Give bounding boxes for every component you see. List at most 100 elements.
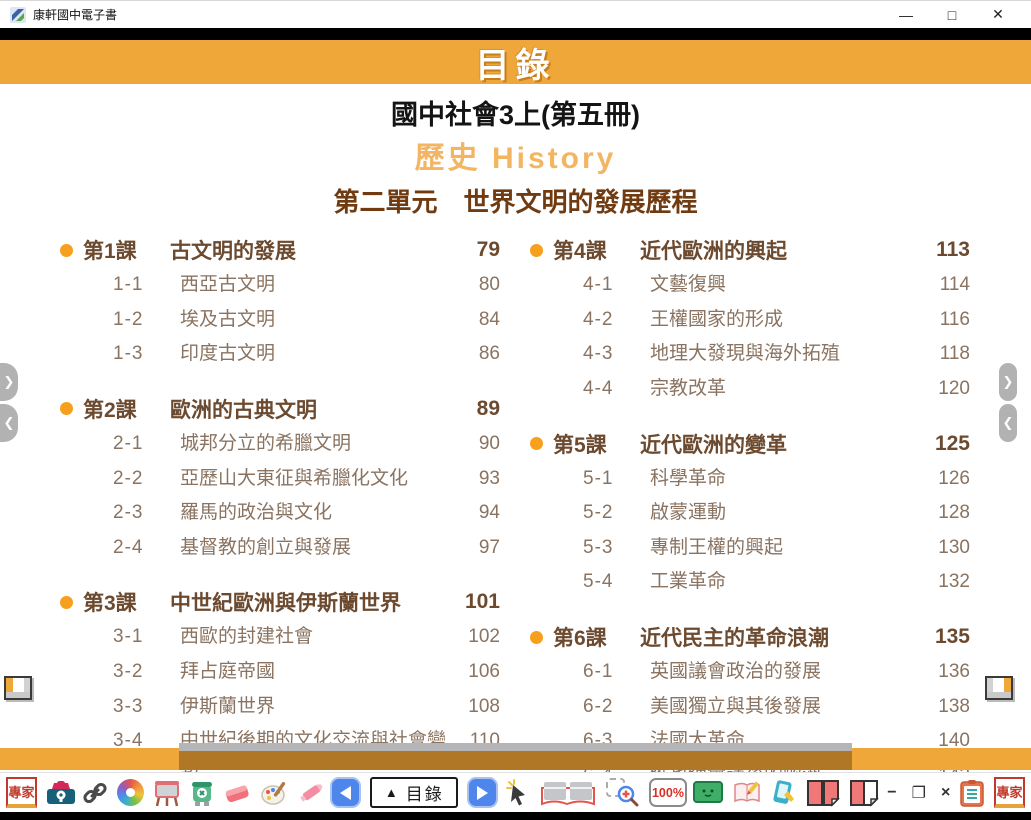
- chevron-left-icon: ❮: [1003, 415, 1014, 431]
- app-restore-button[interactable]: ❐: [909, 783, 929, 803]
- prev-page-button[interactable]: [330, 777, 361, 808]
- window-minimize-button[interactable]: —: [883, 2, 929, 28]
- section-row[interactable]: 5-4 工業革命 132: [583, 569, 970, 595]
- lesson-block: 第4課 近代歐洲的興起 113 4-1 文藝復興 114 4-2 王權國家的形成…: [530, 235, 970, 402]
- section-row[interactable]: 4-2 王權國家的形成 116: [583, 307, 970, 333]
- section-row[interactable]: 4-4 宗教改革 120: [583, 376, 970, 402]
- edge-nav-right: ❯ ❮: [999, 363, 1017, 442]
- corner-flip-right-button[interactable]: [985, 676, 1013, 700]
- chevron-right-icon: ❯: [4, 374, 15, 390]
- section-page: 93: [452, 466, 500, 492]
- highlighter-icon[interactable]: [297, 780, 325, 806]
- zoom-level-badge[interactable]: 100%: [649, 778, 687, 807]
- single-page-view-icon[interactable]: [849, 779, 879, 807]
- corner-flip-left-button[interactable]: [4, 676, 32, 700]
- section-title: 西亞古文明: [180, 272, 452, 298]
- color-picker-icon[interactable]: [117, 779, 144, 806]
- section-row[interactable]: 3-3 伊斯蘭世界 108: [113, 694, 500, 720]
- section-row[interactable]: 3-2 拜占庭帝國 106: [113, 659, 500, 685]
- section-row[interactable]: 4-1 文藝復興 114: [583, 272, 970, 298]
- mobile-device-icon[interactable]: [771, 779, 797, 807]
- page-forward-button[interactable]: ❯: [0, 363, 18, 401]
- lesson-row[interactable]: 第6課 近代民主的革命浪潮 135: [530, 622, 970, 652]
- lesson-row[interactable]: 第2課 歐洲的古典文明 89: [60, 394, 500, 424]
- horizontal-scrollbar[interactable]: [179, 743, 852, 770]
- section-row[interactable]: 2-3 羅馬的政治與文化 94: [113, 500, 500, 526]
- window-close-button[interactable]: ✕: [975, 2, 1021, 28]
- section-title: 印度古文明: [180, 341, 452, 367]
- book-spread-icon[interactable]: [539, 778, 597, 808]
- page-forward-button[interactable]: ❯: [999, 363, 1017, 401]
- lesson-page: 79: [452, 238, 500, 262]
- cursor-icon[interactable]: [504, 779, 530, 807]
- zoom-select-icon[interactable]: [606, 777, 640, 808]
- triangle-left-icon: [340, 786, 351, 800]
- section-page: 97: [452, 535, 500, 561]
- section-title: 王權國家的形成: [650, 307, 922, 333]
- lesson-row[interactable]: 第3課 中世紀歐洲與伊斯蘭世界 101: [60, 587, 500, 617]
- section-row[interactable]: 6-2 美國獨立與其後發展 138: [583, 694, 970, 720]
- section-row[interactable]: 2-4 基督教的創立與發展 97: [113, 535, 500, 561]
- triangle-up-icon: ▲: [385, 785, 398, 800]
- lesson-bullet-icon: [60, 244, 73, 257]
- lesson-label: 第4課: [553, 235, 640, 265]
- expert-mode-button[interactable]: 專家: [6, 777, 37, 808]
- chalkboard-icon[interactable]: [693, 781, 723, 805]
- triangle-right-icon: [477, 786, 488, 800]
- section-page: 120: [922, 376, 970, 402]
- edge-nav-left: ❯ ❮: [0, 363, 18, 442]
- page-back-button[interactable]: ❮: [999, 404, 1017, 442]
- expert-mode-button[interactable]: 專家: [994, 777, 1025, 808]
- link-icon[interactable]: [82, 780, 108, 806]
- lesson-bullet-icon: [60, 596, 73, 609]
- lesson-row[interactable]: 第4課 近代歐洲的興起 113: [530, 235, 970, 265]
- section-row[interactable]: 6-1 英國議會政治的發展 136: [583, 659, 970, 685]
- section-row[interactable]: 2-2 亞歷山大東征與希臘化文化 93: [113, 466, 500, 492]
- lesson-title: 中世紀歐洲與伊斯蘭世界: [170, 587, 452, 617]
- page-selector-button[interactable]: ▲ 目錄: [370, 777, 458, 808]
- trash-robot-icon[interactable]: [190, 779, 214, 807]
- section-row[interactable]: 5-3 專制王權的興起 130: [583, 535, 970, 561]
- section-title: 文藝復興: [650, 272, 922, 298]
- section-page: 80: [452, 272, 500, 298]
- notebook-pencil-icon[interactable]: [732, 780, 762, 806]
- section-num: 4-3: [583, 341, 650, 367]
- section-num: 4-2: [583, 307, 650, 333]
- section-num: 5-4: [583, 569, 650, 595]
- toc-header-band: 目錄: [0, 40, 1031, 84]
- eraser-icon[interactable]: [223, 781, 251, 805]
- unit-title: 第二單元 世界文明的發展歷程: [0, 182, 1031, 219]
- section-row[interactable]: 5-1 科學革命 126: [583, 466, 970, 492]
- window-maximize-button[interactable]: □: [929, 2, 975, 28]
- section-row[interactable]: 2-1 城邦分立的希臘文明 90: [113, 431, 500, 457]
- bottom-toolbar: 專家: [0, 772, 1031, 812]
- lesson-row[interactable]: 第1課 古文明的發展 79: [60, 235, 500, 265]
- section-title: 埃及古文明: [180, 307, 452, 333]
- section-row[interactable]: 5-2 啟蒙運動 128: [583, 500, 970, 526]
- next-page-button[interactable]: [467, 777, 498, 808]
- toolbar-group-expert: 專家: [6, 777, 76, 808]
- page-back-button[interactable]: ❮: [0, 404, 18, 442]
- toolbox-icon[interactable]: [46, 780, 76, 806]
- section-num: 1-1: [113, 272, 180, 298]
- easel-icon[interactable]: [153, 779, 181, 807]
- lesson-row[interactable]: 第5課 近代歐洲的變革 125: [530, 429, 970, 459]
- section-title: 啟蒙運動: [650, 500, 922, 526]
- section-row[interactable]: 4-3 地理大發現與海外拓殖 118: [583, 341, 970, 367]
- clipboard-icon[interactable]: [959, 779, 985, 807]
- section-title: 地理大發現與海外拓殖: [650, 341, 922, 367]
- palette-icon[interactable]: [260, 780, 288, 806]
- section-page: 128: [922, 500, 970, 526]
- section-row[interactable]: 1-2 埃及古文明 84: [113, 307, 500, 333]
- app-close-button[interactable]: ×: [938, 784, 953, 802]
- dual-page-view-icon[interactable]: [806, 779, 840, 807]
- section-page: 108: [452, 694, 500, 720]
- section-row[interactable]: 3-1 西歐的封建社會 102: [113, 624, 500, 650]
- section-row[interactable]: 1-3 印度古文明 86: [113, 341, 500, 367]
- app-logo-icon: [10, 7, 26, 23]
- app-minimize-button[interactable]: −: [884, 784, 899, 802]
- section-page: 106: [452, 659, 500, 685]
- section-page: 94: [452, 500, 500, 526]
- section-row[interactable]: 1-1 西亞古文明 80: [113, 272, 500, 298]
- lesson-label: 第6課: [553, 622, 640, 652]
